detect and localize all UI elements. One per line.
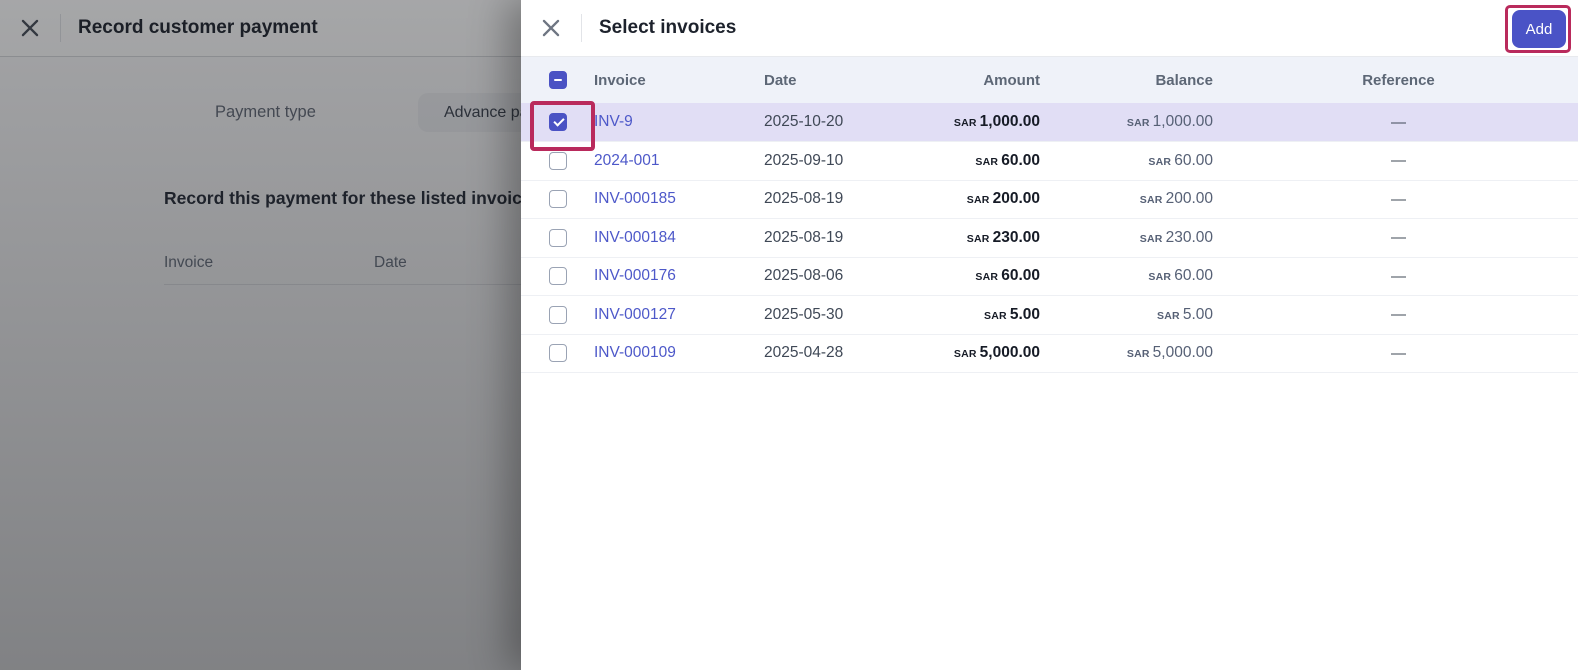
row-checkbox[interactable] <box>549 267 567 285</box>
invoice-link[interactable]: INV-000176 <box>594 267 676 284</box>
add-button[interactable]: Add <box>1512 10 1566 48</box>
invoice-balance: SAR5,000.00 <box>1046 334 1219 373</box>
header-divider <box>581 14 582 42</box>
row-checkbox[interactable] <box>549 344 567 362</box>
close-icon[interactable] <box>538 15 564 41</box>
invoice-amount: SAR60.00 <box>921 257 1046 296</box>
invoice-date: 2025-05-30 <box>746 296 921 335</box>
invoice-row[interactable]: INV-0001842025-08-19SAR230.00SAR230.00— <box>521 219 1578 258</box>
column-header-date: Date <box>746 57 921 103</box>
invoice-reference: — <box>1219 103 1578 142</box>
screen: Record customer payment Payment type Adv… <box>0 0 1578 670</box>
invoice-amount: SAR200.00 <box>921 180 1046 219</box>
select-invoices-header: Select invoices Add <box>521 0 1578 57</box>
column-header-invoice: Invoice <box>581 57 746 103</box>
invoice-table: Invoice Date Amount Balance Reference IN… <box>521 57 1578 373</box>
invoice-reference: — <box>1219 334 1578 373</box>
invoice-balance: SAR60.00 <box>1046 142 1219 181</box>
table-header-row: Invoice Date Amount Balance Reference <box>521 57 1578 103</box>
invoice-balance: SAR230.00 <box>1046 219 1219 258</box>
close-icon <box>538 15 564 41</box>
invoice-reference: — <box>1219 219 1578 258</box>
invoice-row[interactable]: INV-0001092025-04-28SAR5,000.00SAR5,000.… <box>521 334 1578 373</box>
column-header-amount: Amount <box>921 57 1046 103</box>
column-header-reference: Reference <box>1219 57 1578 103</box>
invoice-reference: — <box>1219 257 1578 296</box>
invoice-amount: SAR230.00 <box>921 219 1046 258</box>
invoice-date: 2025-04-28 <box>746 334 921 373</box>
invoice-date: 2025-08-19 <box>746 219 921 258</box>
row-checkbox[interactable] <box>549 190 567 208</box>
invoice-amount: SAR5.00 <box>921 296 1046 335</box>
invoice-balance: SAR60.00 <box>1046 257 1219 296</box>
drawer-title: Select invoices <box>599 17 736 39</box>
invoice-table-body: INV-92025-10-20SAR1,000.00SAR1,000.00—20… <box>521 103 1578 373</box>
invoice-date: 2025-08-06 <box>746 257 921 296</box>
invoice-date: 2025-09-10 <box>746 142 921 181</box>
invoice-row[interactable]: INV-92025-10-20SAR1,000.00SAR1,000.00— <box>521 103 1578 142</box>
row-checkbox[interactable] <box>549 152 567 170</box>
row-checkbox[interactable] <box>549 306 567 324</box>
invoice-reference: — <box>1219 296 1578 335</box>
invoice-link[interactable]: 2024-001 <box>594 152 660 169</box>
select-invoices-drawer: Select invoices Add Invoice Date Amount … <box>521 0 1578 670</box>
invoice-link[interactable]: INV-9 <box>594 113 633 130</box>
invoice-balance: SAR1,000.00 <box>1046 103 1219 142</box>
invoice-balance: SAR5.00 <box>1046 296 1219 335</box>
invoice-amount: SAR60.00 <box>921 142 1046 181</box>
row-checkbox[interactable] <box>549 229 567 247</box>
invoice-link[interactable]: INV-000109 <box>594 344 676 361</box>
invoice-row[interactable]: INV-0001852025-08-19SAR200.00SAR200.00— <box>521 180 1578 219</box>
column-header-balance: Balance <box>1046 57 1219 103</box>
invoice-row[interactable]: 2024-0012025-09-10SAR60.00SAR60.00— <box>521 142 1578 181</box>
invoice-link[interactable]: INV-000185 <box>594 190 676 207</box>
invoice-balance: SAR200.00 <box>1046 180 1219 219</box>
select-all-checkbox[interactable] <box>549 71 567 89</box>
invoice-reference: — <box>1219 142 1578 181</box>
row-checkbox[interactable] <box>549 113 567 131</box>
invoice-reference: — <box>1219 180 1578 219</box>
invoice-link[interactable]: INV-000127 <box>594 306 676 323</box>
invoice-row[interactable]: INV-0001762025-08-06SAR60.00SAR60.00— <box>521 257 1578 296</box>
invoice-date: 2025-08-19 <box>746 180 921 219</box>
invoice-link[interactable]: INV-000184 <box>594 229 676 246</box>
invoice-amount: SAR5,000.00 <box>921 334 1046 373</box>
invoice-row[interactable]: INV-0001272025-05-30SAR5.00SAR5.00— <box>521 296 1578 335</box>
invoice-amount: SAR1,000.00 <box>921 103 1046 142</box>
invoice-date: 2025-10-20 <box>746 103 921 142</box>
